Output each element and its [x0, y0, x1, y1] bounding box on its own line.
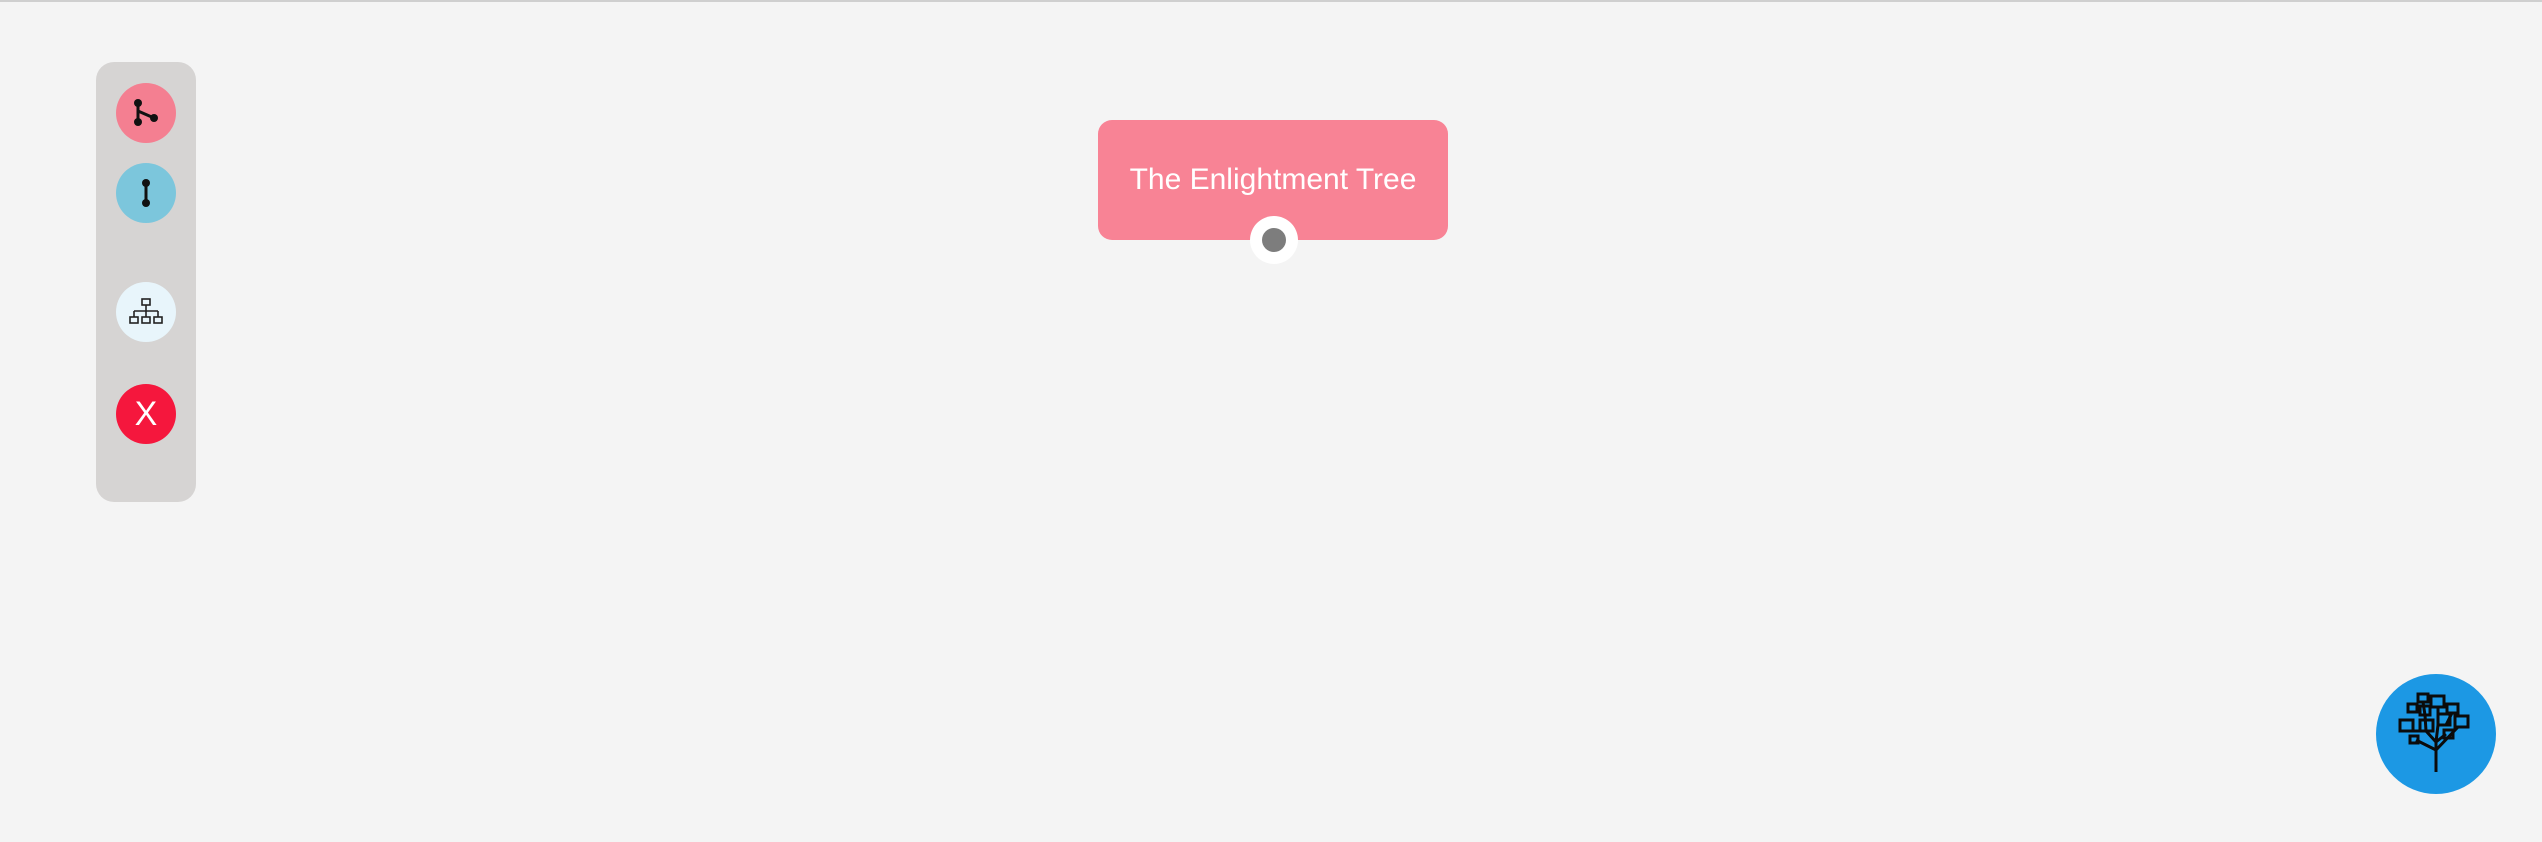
tree-logo-icon: [2398, 690, 2474, 779]
link-node-icon: [131, 176, 161, 210]
tree-logo-button[interactable]: [2376, 674, 2496, 794]
branch-icon: [129, 96, 163, 130]
handle-dot: [1262, 228, 1286, 252]
node-toolbar: X: [96, 62, 196, 502]
node-connector-handle[interactable]: [1250, 216, 1298, 264]
hierarchy-icon: [129, 297, 163, 327]
tree-layout-button[interactable]: [116, 282, 176, 342]
root-node-label: The Enlightment Tree: [1129, 163, 1417, 196]
add-branch-button[interactable]: [116, 83, 176, 143]
add-link-button[interactable]: [116, 163, 176, 223]
top-border: [0, 0, 2542, 2]
delete-button[interactable]: X: [116, 384, 176, 444]
close-icon: X: [134, 394, 158, 433]
